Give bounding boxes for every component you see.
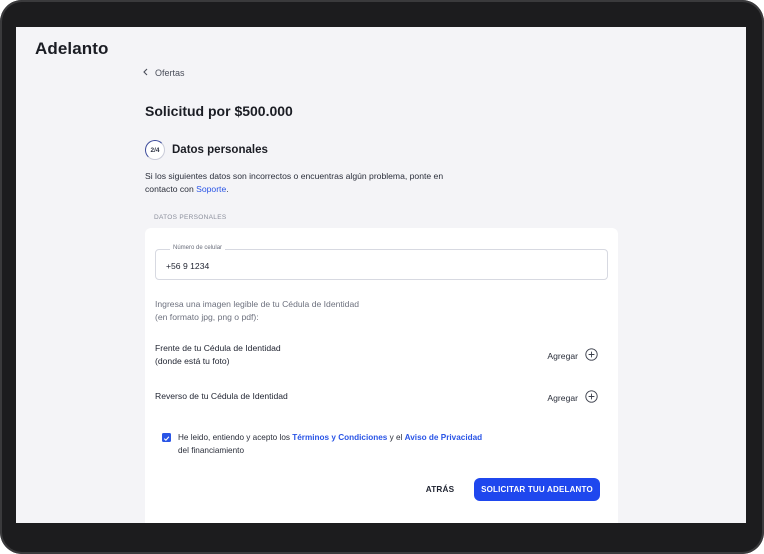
terms-checkbox[interactable]: [162, 433, 171, 442]
step-header: 2/4 Datos personales: [145, 140, 268, 160]
request-title: Solicitud por $500.000: [145, 103, 293, 119]
personal-data-card: Número de celular +56 9 1234 Ingresa una…: [145, 228, 618, 523]
terms-row: He leido, entiendo y acepto los Términos…: [162, 431, 542, 457]
terms-prefix: He leido, entiendo y acepto los: [178, 433, 293, 442]
app-screen: Adelanto Ofertas Solicitud por $500.000 …: [16, 27, 746, 523]
support-link[interactable]: Soporte: [196, 184, 226, 194]
document-label-line2: (donde está tu foto): [155, 356, 230, 366]
upload-hint-line1: Ingresa una imagen legible de tu Cédula …: [155, 299, 360, 309]
plus-circle-icon: [585, 348, 598, 363]
section-label: DATOS PERSONALES: [154, 214, 227, 221]
privacy-link[interactable]: Aviso de Privacidad: [405, 433, 483, 442]
document-label: Reverso de tu Cédula de Identidad: [155, 390, 355, 403]
document-row-back: Reverso de tu Cédula de Identidad Agrega…: [155, 390, 608, 416]
document-label-line1: Frente de tu Cédula de Identidad: [155, 343, 281, 353]
info-text-suffix: .: [226, 184, 229, 194]
terms-middle: y el: [387, 433, 405, 442]
phone-field-label: Número de celular: [170, 245, 226, 251]
submit-advance-button[interactable]: SOLICITAR TUU ADELANTO: [474, 478, 600, 501]
add-button-label: Agregar: [547, 392, 578, 403]
document-label: Frente de tu Cédula de Identidad (donde …: [155, 342, 355, 368]
step-indicator: 2/4: [145, 140, 165, 160]
phone-field[interactable]: Número de celular +56 9 1234: [155, 245, 608, 280]
add-back-id-button[interactable]: Agregar: [547, 390, 598, 405]
chevron-left-icon: [142, 68, 149, 78]
tablet-frame: Adelanto Ofertas Solicitud por $500.000 …: [0, 0, 764, 554]
document-row-front: Frente de tu Cédula de Identidad (donde …: [155, 342, 608, 368]
step-title: Datos personales: [172, 144, 268, 156]
back-link-label: Ofertas: [155, 68, 185, 78]
info-text-body: Si los siguientes datos son incorrectos …: [145, 171, 444, 194]
upload-hint-line2: (en formato jpg, png o pdf):: [155, 312, 259, 322]
add-button-label: Agregar: [547, 350, 578, 361]
app-title: Adelanto: [35, 39, 109, 58]
terms-text: He leido, entiendo y acepto los Términos…: [178, 431, 482, 457]
phone-field-value[interactable]: +56 9 1234: [166, 261, 209, 271]
document-label-line1: Reverso de tu Cédula de Identidad: [155, 391, 288, 401]
upload-hint: Ingresa una imagen legible de tu Cédula …: [155, 298, 415, 324]
terms-link[interactable]: Términos y Condiciones: [292, 433, 387, 442]
plus-circle-icon: [585, 390, 598, 405]
add-front-id-button[interactable]: Agregar: [547, 348, 598, 363]
back-to-offers-link[interactable]: Ofertas: [142, 68, 185, 78]
back-button[interactable]: ATRÁS: [418, 480, 462, 498]
info-text: Si los siguientes datos son incorrectos …: [145, 170, 445, 196]
terms-suffix: del financiamiento: [178, 446, 244, 455]
check-icon: [163, 429, 170, 447]
